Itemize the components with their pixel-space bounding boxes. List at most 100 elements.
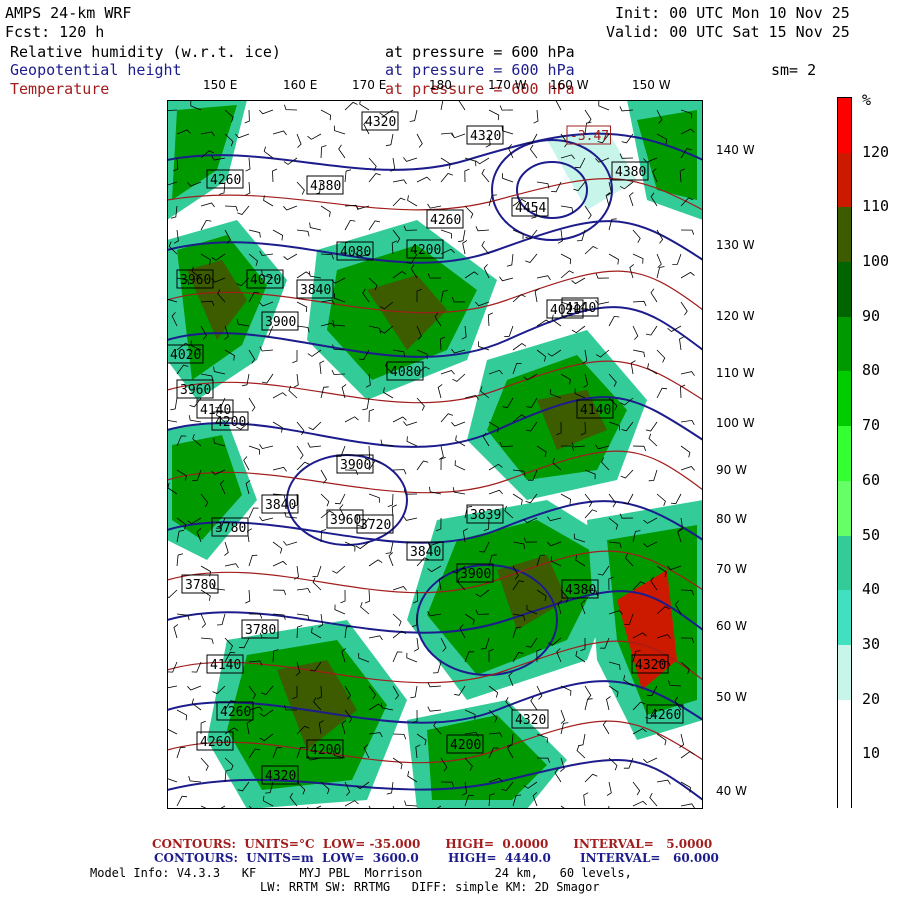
colorbar-unit: % [862,91,872,109]
colorbar-segment [838,590,851,646]
lon-label-right: 40 W [716,784,747,798]
contour-label: 4260 [430,213,461,228]
physics-info: LW: RRTM SW: RRTMG DIFF: simple KM: 2D S… [260,880,600,894]
lon-label-right: 100 W [716,416,755,430]
colorbar-label: 120 [862,142,890,161]
smoothing-label: sm= 2 [771,61,817,79]
colorbar-label: 20 [862,689,881,708]
height-contour-info: CONTOURS: UNITS=m LOW= 3600.0 HIGH= 4440… [154,851,719,865]
contour-label: 3720 [360,518,391,533]
colorbar-label: 30 [862,634,881,653]
contour-label: 3840 [300,283,331,298]
colorbar-label: 40 [862,580,881,599]
field-temp-label: Temperature [10,80,110,98]
contour-label: 4260 [210,173,241,188]
colorbar-segment [838,371,851,427]
colorbar-segment [838,480,851,537]
contour-label: 3900 [265,315,296,330]
contour-label: 3780 [245,623,276,638]
contour-label: 4260 [650,708,681,723]
lon-label-right: 50 W [716,690,747,704]
lon-label-top: 170 E [352,78,387,92]
contour-label: 4320 [365,115,396,130]
contour-label: 3960 [180,273,211,288]
contour-label: 3900 [340,458,371,473]
contour-label: 4320 [635,658,666,673]
valid-time: Valid: 00 UTC Sat 15 Nov 25 [606,23,850,41]
lon-label-right: 80 W [716,512,747,526]
colorbar-label: 110 [862,197,890,216]
contour-label: 3900 [460,567,491,582]
colorbar-label: 70 [862,416,881,435]
contour-label: 4320 [265,769,296,784]
lon-label-right: 90 W [716,463,747,477]
temperature-contour-info: CONTOURS: UNITS=°C LOW= -35.000 HIGH= 0.… [152,837,713,851]
contour-label: 4320 [515,713,546,728]
colorbar-segment [838,207,851,263]
contour-label: 4200 [215,415,246,430]
contour-label: 4140 [210,658,241,673]
model-title: AMPS 24-km WRF [5,4,132,22]
contour-label: 4380 [310,179,341,194]
contour-label: 4080 [340,245,371,260]
colorbar-segment [838,316,851,372]
lon-label-top: 150 E [203,78,238,92]
lon-label-right: 60 W [716,619,747,633]
colorbar-label: 10 [862,744,881,763]
colorbar-segment [838,426,851,482]
init-time: Init: 00 UTC Mon 10 Nov 25 [615,4,850,22]
forecast-hour: Fcst: 120 h [5,23,105,41]
contour-label: 4380 [615,165,646,180]
contour-label: 4140 [580,403,611,418]
contour-label: 3780 [185,578,216,593]
contour-label: 4200 [310,743,341,758]
colorbar-segment [838,754,851,810]
colorbar-label: 50 [862,525,881,544]
colorbar-segment [838,262,851,318]
contour-label: 4260 [220,705,251,720]
model-info: Model Info: V4.3.3 KF MYJ PBL Morrison 2… [90,866,632,880]
contour-label: 3960 [180,383,211,398]
lon-label-right: 140 W [716,143,755,157]
contour-label: 4020 [250,273,281,288]
colorbar-segment [838,535,851,591]
lon-label-top: 160 W [550,78,589,92]
colorbar-label: 80 [862,361,881,380]
contour-label: 3840 [265,498,296,513]
contour-label: 4380 [565,583,596,598]
lon-label-right: 110 W [716,366,755,380]
field-hgt-label: Geopotential height [10,61,182,79]
contour-label: 4080 [390,365,421,380]
lon-label-right: 120 W [716,309,755,323]
colorbar-label: 90 [862,306,881,325]
colorbar-segment [838,644,851,701]
contour-label: 4320 [470,129,501,144]
lon-label-top: 180 [429,78,452,92]
contour-label: 3840 [410,545,441,560]
contour-label: 4454 [515,201,546,216]
contour-label: -3.47 [570,129,609,144]
contour-label: 4200 [410,243,441,258]
field-hgt-pressure: at pressure = 600 hPa [385,61,575,79]
colorbar-segment [838,152,851,208]
contour-label: 4140 [565,301,596,316]
colorbar-label: 60 [862,470,881,489]
field-rh-pressure: at pressure = 600 hPa [385,43,575,61]
colorbar-label: 100 [862,252,890,271]
forecast-map: 4320 4320 4380 4260 4380 4454 4260 4200 4080 4020… [167,100,703,809]
colorbar-segment [838,98,851,154]
colorbar [837,97,852,810]
contour-label: 4260 [200,735,231,750]
contour-label: 3780 [215,521,246,536]
lon-label-right: 130 W [716,238,755,252]
lon-label-top: 150 W [632,78,671,92]
contour-label: 4020 [170,348,201,363]
lon-label-top: 160 E [283,78,318,92]
lon-label-top: 170 W [488,78,527,92]
field-rh-label: Relative humidity (w.r.t. ice) [10,43,281,61]
contour-label: 3839 [470,508,501,523]
lon-label-right: 70 W [716,562,747,576]
colorbar-segment [838,699,851,755]
field-temp-pressure: at pressure = 600 hPa [385,80,575,98]
contour-label: 4200 [450,738,481,753]
